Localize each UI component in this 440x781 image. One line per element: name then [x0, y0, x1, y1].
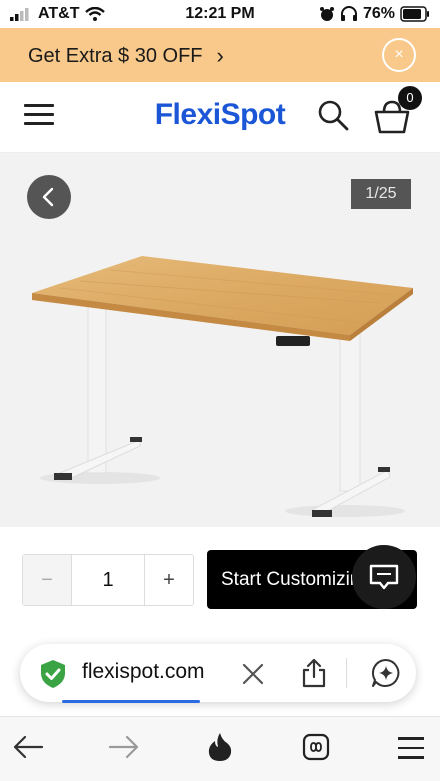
quantity-increase-button[interactable]: + — [144, 555, 193, 605]
shield-check-icon — [41, 660, 65, 688]
promo-banner[interactable]: Get Extra $ 30 OFF › × — [0, 28, 440, 82]
chevron-right-icon: › — [216, 43, 224, 68]
product-gallery[interactable]: 1/25 — [0, 153, 440, 527]
browser-url-bar[interactable]: flexispot.com — [20, 644, 416, 702]
browser-toolbar — [0, 716, 440, 781]
battery-icon — [400, 6, 429, 22]
url-text[interactable]: flexispot.com — [82, 660, 205, 684]
share-icon[interactable] — [300, 657, 328, 689]
back-arrow-icon — [42, 187, 54, 207]
promo-close-button[interactable]: × — [382, 38, 416, 72]
nav-forward-icon[interactable] — [108, 733, 140, 761]
status-bar: AT&T 12:21 PM 76% — [0, 0, 440, 28]
image-counter: 1/25 — [351, 179, 411, 209]
alarm-icon — [319, 7, 334, 21]
site-header: FlexiSpot 0 — [0, 82, 440, 153]
tabs-icon[interactable] — [302, 733, 330, 761]
url-bar-divider — [346, 658, 347, 688]
cart-count-badge: 0 — [398, 86, 422, 110]
search-icon[interactable] — [316, 98, 350, 132]
battery-percent: 76% — [362, 5, 395, 22]
gallery-prev-button[interactable] — [27, 175, 71, 219]
hamburger-icon[interactable] — [398, 737, 424, 759]
page-load-progress — [62, 700, 200, 703]
quantity-decrease-button[interactable]: − — [23, 555, 72, 605]
chat-button[interactable] — [352, 545, 416, 609]
assistant-icon[interactable] — [370, 657, 402, 689]
quantity-value[interactable]: 1 — [72, 555, 144, 605]
close-icon[interactable] — [242, 663, 264, 685]
quantity-stepper: − 1 + — [22, 554, 194, 606]
nav-back-icon[interactable] — [12, 733, 44, 761]
headphones-icon — [340, 6, 357, 21]
flame-icon[interactable] — [206, 731, 234, 763]
status-right: 76% — [319, 5, 430, 23]
promo-text: Get Extra $ 30 OFF — [28, 44, 203, 67]
promo-text-group[interactable]: Get Extra $ 30 OFF › — [28, 43, 224, 69]
chat-icon — [369, 564, 399, 590]
